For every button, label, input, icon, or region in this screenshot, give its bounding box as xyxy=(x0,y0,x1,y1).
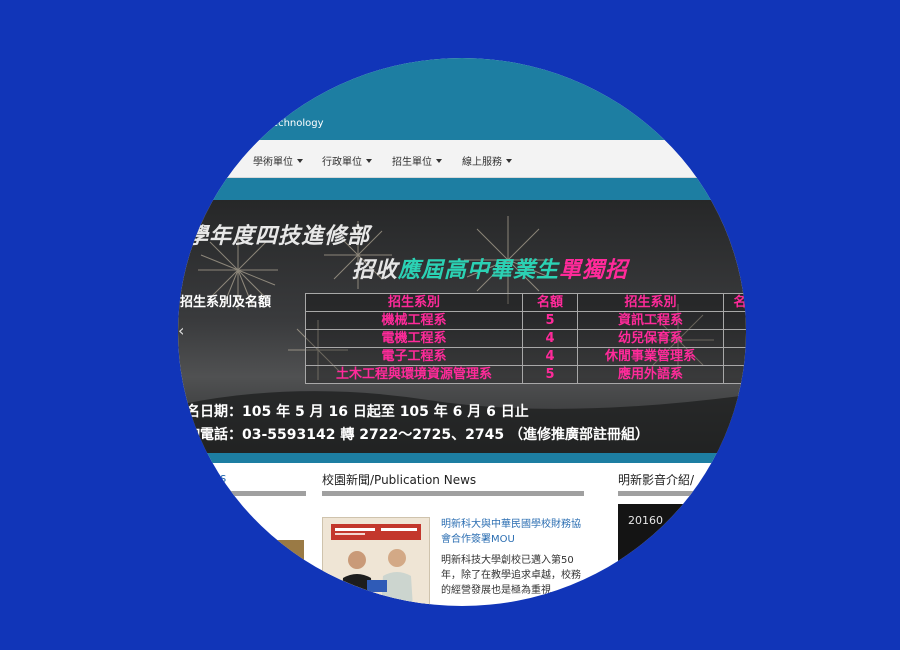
table-cell: 應用外語系 xyxy=(577,365,724,384)
magnified-viewport: d Technology 學術單位 行政單位 招生單位 線上服務 學年度四技進修… xyxy=(178,58,746,606)
table-cell: 電子工程系 xyxy=(305,347,523,366)
table-header-cell: 名 xyxy=(723,293,746,312)
table-cell: 5 xyxy=(522,365,578,384)
table-row: 電機工程系 4 幼兒保育系 xyxy=(305,329,746,348)
nav-item-online-services[interactable]: 線上服務 xyxy=(462,153,512,168)
left-column-divider xyxy=(200,491,306,496)
table-cell: 機械工程系 xyxy=(305,311,523,330)
caret-down-icon xyxy=(506,158,512,163)
admissions-quota-table: 招生系別 名額 招生系別 名 機械工程系 5 資訊工程系 電機工程系 4 幼兒保… xyxy=(305,293,746,384)
banner-registration-dates: 名日期：105 年 5 月 16 日起至 105 年 6 月 6 日止 xyxy=(186,404,529,420)
table-cell: 土木工程與環境資源管理系 xyxy=(305,365,523,384)
nav-item-label: 行政單位 xyxy=(322,157,362,168)
banner-table-label: 招生系別及名額 xyxy=(180,295,272,310)
video-divider xyxy=(618,491,746,496)
banner-subtitle-part1: 招收 xyxy=(352,258,399,283)
news-body-line: 年，除了在教學追求卓越，校務 xyxy=(441,570,581,581)
video-heading: 明新影音介紹/ xyxy=(618,473,695,487)
news-body-line: 明新科技大學創校已邁入第50 xyxy=(441,555,574,566)
news-photo xyxy=(323,518,429,606)
news-body-line: 的經營發展也是極為重視 xyxy=(441,585,551,596)
banner-subtitle-part2: 應屆高中畢業生 xyxy=(398,258,560,283)
table-cell: 4 xyxy=(522,347,578,366)
header-band xyxy=(178,178,746,200)
table-header-cell: 招生系別 xyxy=(577,293,724,312)
left-column-thumbnail[interactable] xyxy=(268,540,304,560)
table-header-cell: 招生系別 xyxy=(305,293,523,312)
banner-contact-phone: 詢電話：03-5593142 轉 2722～2725、2745 （進修推廣部註冊… xyxy=(186,427,649,443)
banner-subtitle: 招收應屆高中畢業生單獨招 xyxy=(352,252,628,284)
banner-title: 學年度四技進修部 xyxy=(186,224,371,249)
news-heading: 校園新聞/Publication News xyxy=(322,473,477,487)
table-cell: 5 xyxy=(522,311,578,330)
caret-down-icon xyxy=(297,158,303,163)
news-item-title-link[interactable]: 明新科大與中華民國學校財務協會合作簽署MOU xyxy=(441,517,586,547)
carousel-prev-icon[interactable]: ‹ xyxy=(178,321,184,340)
table-cell xyxy=(723,347,746,366)
nav-item-admissions[interactable]: 招生單位 xyxy=(392,153,442,168)
news-item-body: 明新科技大學創校已邁入第50 年，除了在教學追求卓越，校務 的經營發展也是極為重… xyxy=(441,553,586,598)
nav-item-administrative[interactable]: 行政單位 xyxy=(322,153,372,168)
table-cell: 資訊工程系 xyxy=(577,311,724,330)
news-thumbnail[interactable] xyxy=(322,517,430,606)
website-page: d Technology 學術單位 行政單位 招生單位 線上服務 學年度四技進修… xyxy=(178,58,746,606)
caret-down-icon xyxy=(436,158,442,163)
left-column-heading[interactable]: s xyxy=(220,471,226,485)
video-date-text: 20160 xyxy=(628,514,663,527)
table-cell: 幼兒保育系 xyxy=(577,329,724,348)
table-cell xyxy=(723,365,746,384)
caret-down-icon xyxy=(366,158,372,163)
table-row: 電子工程系 4 休閒事業管理系 xyxy=(305,347,746,366)
table-header-cell: 名額 xyxy=(522,293,578,312)
table-header-row: 招生系別 名額 招生系別 名 xyxy=(305,293,746,312)
table-cell xyxy=(723,311,746,330)
table-row: 機械工程系 5 資訊工程系 xyxy=(305,311,746,330)
banner-subtitle-part3: 單獨招 xyxy=(559,258,629,283)
banner-bottom-band xyxy=(178,453,746,463)
nav-item-academic[interactable]: 學術單位 xyxy=(253,153,303,168)
table-cell xyxy=(723,329,746,348)
news-divider xyxy=(322,491,584,496)
table-row: 土木工程與環境資源管理系 5 應用外語系 xyxy=(305,365,746,384)
table-cell: 電機工程系 xyxy=(305,329,523,348)
table-cell: 休閒事業管理系 xyxy=(577,347,724,366)
nav-item-label: 線上服務 xyxy=(462,157,502,168)
site-name: d Technology xyxy=(258,118,324,129)
nav-item-label: 學術單位 xyxy=(253,157,293,168)
table-cell: 4 xyxy=(522,329,578,348)
nav-item-label: 招生單位 xyxy=(392,157,432,168)
